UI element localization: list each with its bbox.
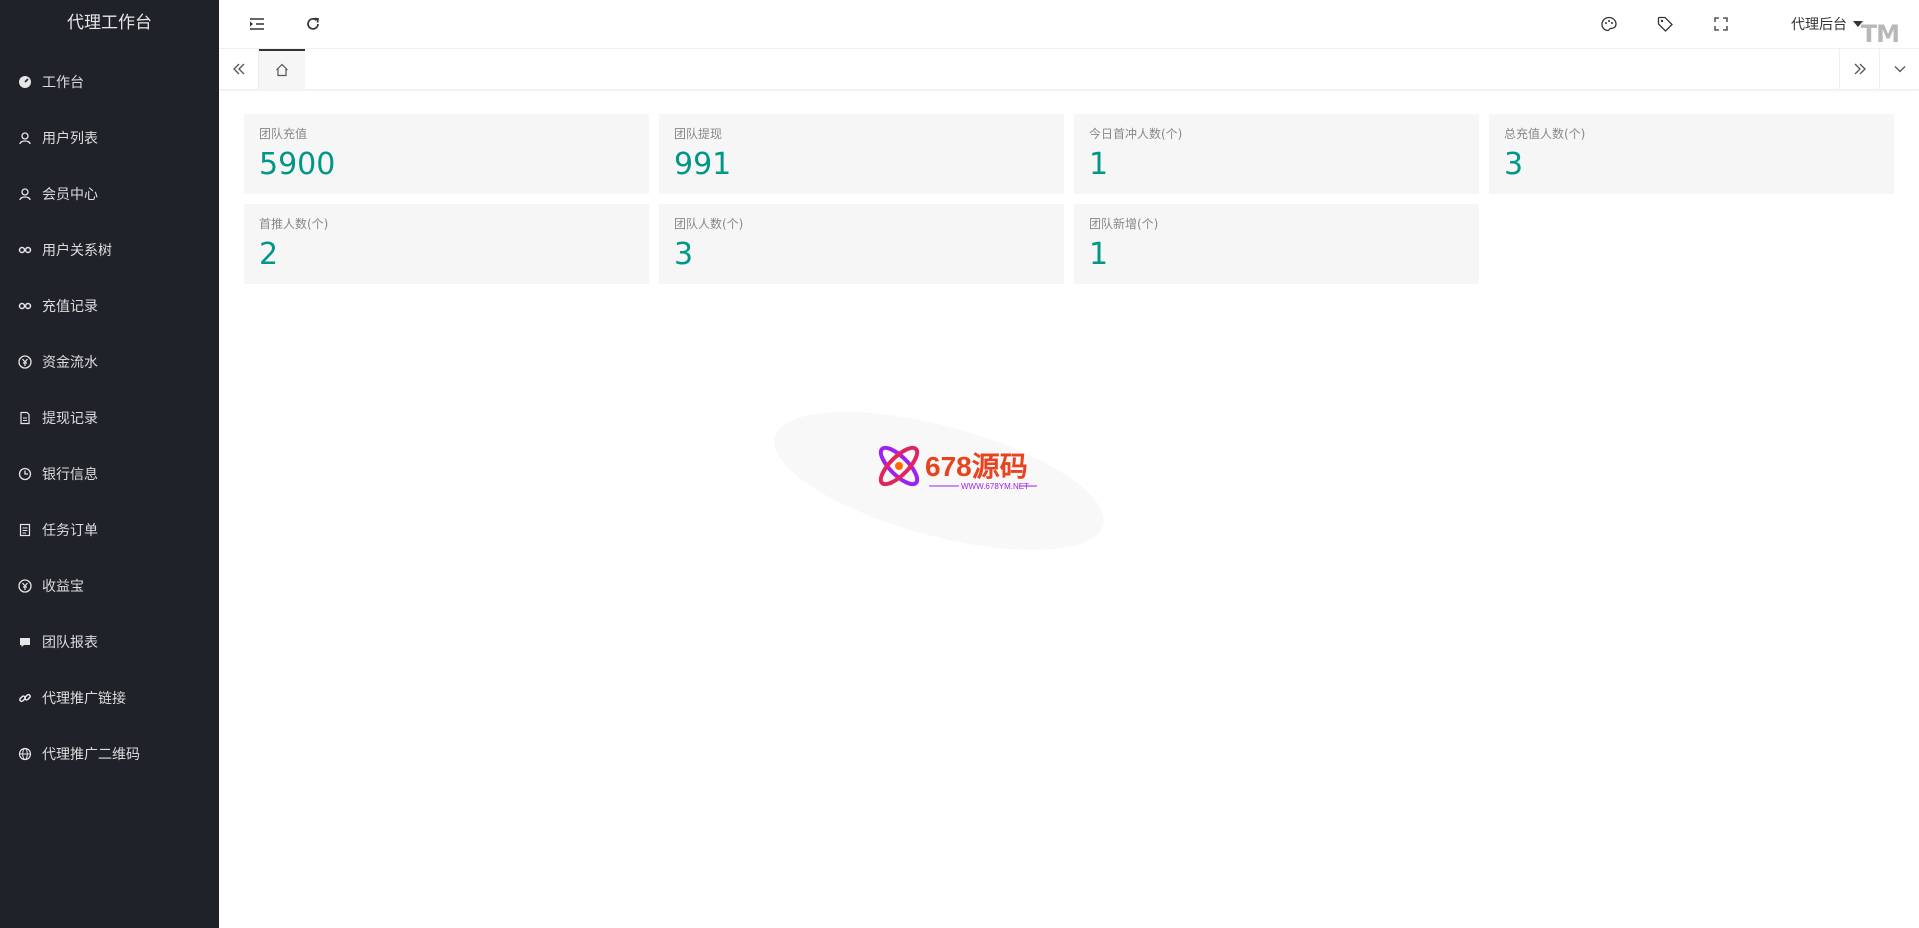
stat-label: 首推人数(个) xyxy=(259,217,329,231)
main-content: 团队充值 5900 团队提现 991 今日首冲人数(个) 1 总充值人数(个) … xyxy=(219,91,1919,928)
stat-card: 团队提现 991 xyxy=(659,114,1064,194)
stat-value: 1 xyxy=(1089,237,1109,272)
stat-value: 5900 xyxy=(259,147,336,182)
tab-scroll-right-button[interactable] xyxy=(1839,49,1879,89)
watermark-url: WWW.678YM.NET xyxy=(961,482,1029,491)
sidebar-item-member-center[interactable]: 会员中心 xyxy=(0,166,219,222)
sidebar-item-label: 提现记录 xyxy=(42,411,98,427)
watermark-brand: 678源码 xyxy=(925,451,1028,482)
stat-label: 团队人数(个) xyxy=(674,217,744,231)
file-icon xyxy=(18,411,32,425)
link-icon xyxy=(18,299,32,313)
sidebar-item-label: 用户关系树 xyxy=(42,243,112,259)
tab-bar xyxy=(219,49,1919,90)
sidebar-item-dashboard[interactable]: 工作台 xyxy=(0,54,219,110)
sidebar-item-withdraw-records[interactable]: 提现记录 xyxy=(0,390,219,446)
stat-value: 1 xyxy=(1089,147,1109,182)
sidebar-item-bank-info[interactable]: 银行信息 xyxy=(0,446,219,502)
sidebar-item-fund-flow[interactable]: 资金流水 xyxy=(0,334,219,390)
stat-card: 团队充值 5900 xyxy=(244,114,649,194)
globe-icon xyxy=(18,747,32,761)
stat-card: 团队人数(个) 3 xyxy=(659,204,1064,284)
rmb-icon xyxy=(18,355,32,369)
tm-watermark: TM xyxy=(1860,20,1900,48)
sidebar: 代理工作台 工作台 用户列表 会员中心 用户关系树 充值记录 资金流水 提现记录… xyxy=(0,0,219,928)
user-label: 代理后台 xyxy=(1791,17,1847,33)
stat-card: 今日首冲人数(个) 1 xyxy=(1074,114,1479,194)
sidebar-item-label: 团队报表 xyxy=(42,635,98,651)
home-icon xyxy=(276,63,288,77)
sidebar-title: 代理工作台 xyxy=(67,13,152,33)
chat-icon xyxy=(18,635,32,649)
stat-card: 首推人数(个) 2 xyxy=(244,204,649,284)
rmb-icon xyxy=(18,579,32,593)
stat-value: 2 xyxy=(259,237,279,272)
sidebar-menu: 工作台 用户列表 会员中心 用户关系树 充值记录 资金流水 提现记录 银行信息 … xyxy=(0,54,219,782)
tab-menu-button[interactable] xyxy=(1879,49,1919,89)
sidebar-item-label: 会员中心 xyxy=(42,187,98,203)
sidebar-item-label: 工作台 xyxy=(42,75,84,91)
watermark-logo: 678源码 WWW.678YM.NET xyxy=(774,412,1104,550)
tag-icon xyxy=(1657,16,1673,32)
double-chevron-left-icon xyxy=(232,63,244,75)
stat-value: 3 xyxy=(1504,147,1524,182)
sidebar-item-label: 代理推广链接 xyxy=(42,691,126,707)
sidebar-item-label: 资金流水 xyxy=(42,355,98,371)
sidebar-item-label: 充值记录 xyxy=(42,299,98,315)
user-dropdown[interactable]: 代理后台 xyxy=(1791,14,1863,34)
fullscreen-button[interactable] xyxy=(1709,12,1733,36)
sidebar-item-label: 收益宝 xyxy=(42,579,84,595)
sidebar-item-label: 代理推广二维码 xyxy=(42,747,140,763)
sidebar-item-recharge-records[interactable]: 充值记录 xyxy=(0,278,219,334)
tab-scroll-left-button[interactable] xyxy=(219,49,259,89)
chevron-down-icon xyxy=(1894,66,1905,73)
theme-button[interactable] xyxy=(1597,12,1621,36)
sidebar-item-label: 银行信息 xyxy=(42,467,98,483)
indent-icon xyxy=(250,18,264,30)
link-icon xyxy=(18,243,32,257)
stat-label: 团队新增(个) xyxy=(1089,217,1159,231)
stat-value: 3 xyxy=(674,237,694,272)
clock-icon xyxy=(18,467,32,481)
sidebar-item-label: 用户列表 xyxy=(42,131,98,147)
sidebar-item-user-list[interactable]: 用户列表 xyxy=(0,110,219,166)
sidebar-item-promo-link[interactable]: 代理推广链接 xyxy=(0,670,219,726)
stat-label: 团队提现 xyxy=(674,127,723,141)
dashboard-icon xyxy=(18,75,32,89)
user-icon xyxy=(18,187,32,201)
chain-icon xyxy=(18,691,32,705)
top-header: 代理后台 TM xyxy=(219,0,1919,49)
list-icon xyxy=(18,523,32,537)
user-icon xyxy=(18,131,32,145)
fullscreen-icon xyxy=(1714,17,1728,31)
sidebar-item-team-report[interactable]: 团队报表 xyxy=(0,614,219,670)
stats-grid: 团队充值 5900 团队提现 991 今日首冲人数(个) 1 总充值人数(个) … xyxy=(244,114,1894,284)
stat-card: 团队新增(个) 1 xyxy=(1074,204,1479,284)
stat-value: 991 xyxy=(674,147,732,182)
sidebar-item-yield-treasure[interactable]: 收益宝 xyxy=(0,558,219,614)
tag-button[interactable] xyxy=(1653,12,1677,36)
stat-label: 团队充值 xyxy=(259,127,308,141)
stat-card: 总充值人数(个) 3 xyxy=(1489,114,1894,194)
refresh-button[interactable] xyxy=(301,12,325,36)
stat-label: 今日首冲人数(个) xyxy=(1089,127,1183,141)
sidebar-item-label: 任务订单 xyxy=(42,523,98,539)
sidebar-item-task-orders[interactable]: 任务订单 xyxy=(0,502,219,558)
palette-icon xyxy=(1601,16,1617,32)
stat-label: 总充值人数(个) xyxy=(1504,127,1586,141)
menu-toggle-button[interactable] xyxy=(245,12,269,36)
tab-home[interactable] xyxy=(259,49,305,89)
sidebar-item-promo-qrcode[interactable]: 代理推广二维码 xyxy=(0,726,219,782)
sidebar-item-user-tree[interactable]: 用户关系树 xyxy=(0,222,219,278)
double-chevron-right-icon xyxy=(1854,63,1866,75)
refresh-icon xyxy=(307,17,319,30)
